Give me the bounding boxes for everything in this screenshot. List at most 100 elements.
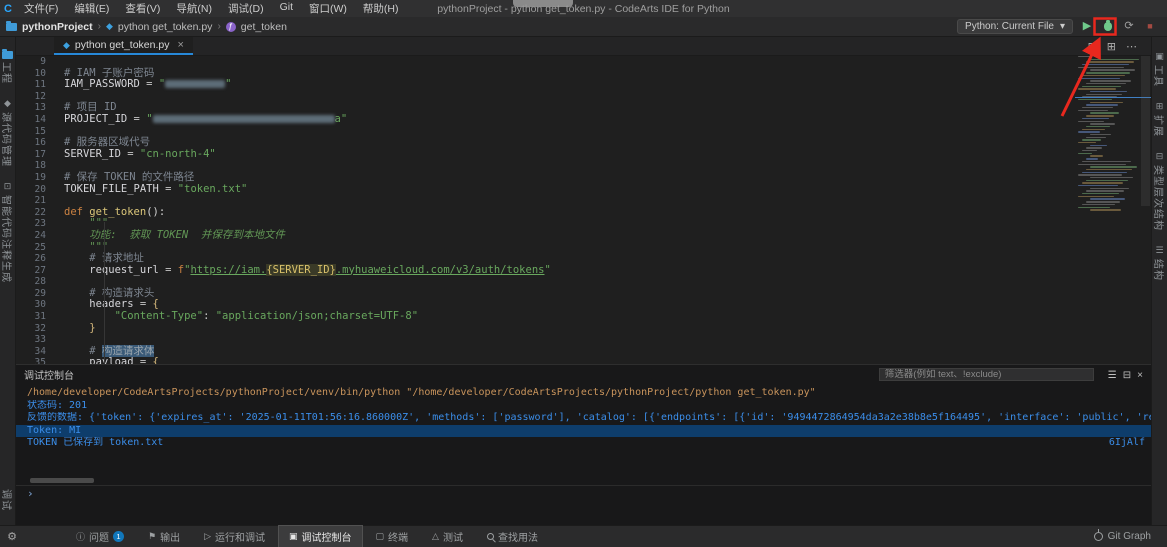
panel-tab-console[interactable]: ▣ 调试控制台 [278, 525, 363, 547]
close-icon[interactable]: × [1137, 370, 1143, 381]
minimap-row [1078, 206, 1110, 208]
more-actions-icon[interactable]: ⋯ [1126, 40, 1137, 53]
code-line: 24 功能: 获取 TOKEN 并保存到本地文件 [16, 229, 1151, 242]
hierarchy-icon: ⊟ [1155, 151, 1164, 161]
code-token: """ [64, 217, 109, 230]
code-token: "cn-north-4" [139, 147, 216, 160]
code-token: " [225, 78, 232, 91]
minimap-row [1086, 72, 1130, 74]
minimap-row [1078, 174, 1122, 176]
sidebar-item-tools[interactable]: ▣ 工具 [1152, 51, 1167, 87]
menu-item[interactable]: Git [272, 1, 301, 16]
menu-item[interactable]: 帮助(H) [355, 1, 407, 16]
panel-tab-test[interactable]: △ 测试 [422, 526, 473, 547]
minimap[interactable] [1075, 56, 1141, 246]
split-editor-icon[interactable]: ⊞ [1107, 40, 1116, 53]
sidebar-item-hierarchy[interactable]: ⊟ 类型层次结构 [1152, 151, 1167, 231]
minimap-row [1082, 107, 1113, 109]
breadcrumb-project[interactable]: pythonProject [22, 21, 93, 33]
code-token: # IAM 子账户密码 [64, 66, 155, 79]
menu-item[interactable]: 文件(F) [16, 1, 66, 16]
close-icon[interactable]: × [178, 39, 184, 51]
code-editor[interactable]: 9 10 # IAM 子账户密码 11 IAM_PASSWORD = " " 12 13 # 项… [16, 56, 1151, 364]
code-line: 14 PROJECT_ID = " a" [16, 113, 1151, 126]
panel-tab-search[interactable]: 查找用法 [477, 526, 548, 547]
git-graph-button[interactable]: Git Graph [1093, 529, 1167, 542]
stop-button[interactable]: ■ [1143, 20, 1157, 33]
minimap-row [1082, 128, 1105, 130]
code-line: 13 # 项目 ID [16, 102, 1151, 114]
run-debug-controls: Python: Current File ▾ ▶ ⟳ ■ [957, 19, 1167, 34]
sidebar-item-diamond[interactable]: ◆ 源代码管理 [0, 98, 15, 167]
flag-icon: ⚑ [148, 531, 157, 541]
left-activity-bar: 工程 ◆ 源代码管理 ⊡ 智能代码注释生成调试 [0, 37, 16, 525]
titlebar-pill [513, 0, 573, 7]
code-token: # 服务器区域代号 [64, 136, 151, 149]
breadcrumb-file[interactable]: python get_token.py [118, 21, 213, 33]
breadcrumb-symbol[interactable]: get_token [241, 21, 287, 33]
panel-tab-terminal[interactable]: ▢ 终端 [366, 526, 419, 547]
line-number: 27 [34, 264, 46, 276]
debug-button[interactable] [1101, 20, 1115, 33]
panel-tab-run[interactable]: ▷ 运行和调试 [194, 526, 275, 547]
vertical-scrollbar[interactable] [1141, 56, 1150, 206]
console-output[interactable]: /home/developer/CodeArtsProjects/pythonP… [16, 383, 1151, 501]
sidebar-item-bug[interactable]: 调试 [0, 489, 15, 511]
breadcrumb: pythonProject › ◆ python get_token.py › … [0, 20, 287, 33]
menu-item[interactable]: 导航(N) [168, 1, 220, 16]
extensions-icon: ⊞ [1155, 101, 1164, 111]
restart-button[interactable]: ⟳ [1122, 20, 1136, 33]
bug-icon [1104, 20, 1112, 31]
console-input-row[interactable]: › [16, 485, 1151, 501]
line-number: 29 [34, 287, 46, 299]
line-number: 28 [34, 276, 46, 288]
line-number: 20 [34, 183, 46, 195]
filter-lines-icon[interactable]: ☰ [1108, 370, 1117, 381]
code-line: 27 request_url = f"https://iam.{SERVER_I… [16, 263, 1151, 277]
code-token: "Content-Type" [64, 310, 204, 323]
code-token: = [120, 147, 140, 160]
sidebar-item-comment[interactable]: ⊡ 智能代码注释生成 [0, 181, 15, 283]
sidebar-item-folder[interactable]: 工程 [0, 49, 15, 84]
console-text-right: 6IjAlf [1108, 437, 1145, 449]
python-file-icon: ◆ [63, 39, 70, 50]
sidebar-item-extensions[interactable]: ⊞ 扩展 [1152, 101, 1167, 137]
line-number: 15 [34, 125, 46, 137]
panel-tab-label: 查找用法 [497, 533, 538, 544]
minimap-row [1078, 88, 1116, 90]
code-text: SERVER_ID = "cn-north-4" [64, 147, 216, 161]
panel-tab-flag[interactable]: ⚑ 输出 [138, 526, 190, 547]
line-number: 9 [40, 56, 46, 67]
panel-tab-info[interactable]: ⓘ 问题 1 [66, 526, 134, 547]
minimap-row [1086, 82, 1126, 85]
tab-python-get-token[interactable]: ◆ python get_token.py × [54, 37, 193, 55]
menu-item[interactable]: 编辑(E) [66, 1, 117, 16]
line-number: 21 [34, 195, 46, 207]
menu-bar: 文件(F) 编辑(E) 查看(V) 导航(N) 调试(D) Git 窗口(W) 帮助(H) [16, 1, 406, 16]
run-configuration-dropdown[interactable]: Python: Current File ▾ [957, 19, 1073, 34]
sidebar-item-structure[interactable]: ☰ 结构 [1152, 245, 1167, 281]
line-number: 26 [34, 253, 46, 265]
minimap-row [1078, 66, 1124, 69]
open-in-panel-icon[interactable]: ⊡ [1088, 40, 1097, 53]
collapse-icon[interactable]: ⊟ [1123, 370, 1131, 381]
line-number: 11 [34, 79, 46, 91]
menu-item[interactable]: 调试(D) [220, 1, 272, 16]
console-text: /home/developer/CodeArtsProjects/pythonP… [27, 387, 816, 398]
menu-item[interactable]: 查看(V) [117, 1, 168, 16]
gear-icon[interactable]: ⚙ [0, 530, 24, 543]
code-token: request_url [64, 263, 159, 276]
menu-item[interactable]: 窗口(W) [301, 1, 355, 16]
console-filter-input[interactable] [878, 367, 1094, 381]
redacted-value [165, 80, 226, 89]
minimap-row [1078, 77, 1120, 79]
sidebar-item-label: 调试 [0, 489, 11, 511]
git-graph-label: Git Graph [1107, 531, 1151, 542]
run-button[interactable]: ▶ [1080, 20, 1094, 33]
minimap-row [1078, 120, 1104, 122]
code-line: 15 [16, 126, 1151, 138]
tools-icon: ▣ [1155, 51, 1164, 61]
horizontal-scrollbar[interactable] [30, 478, 94, 483]
line-number: 14 [34, 113, 46, 125]
code-token: # 构造请求头 [64, 286, 155, 299]
